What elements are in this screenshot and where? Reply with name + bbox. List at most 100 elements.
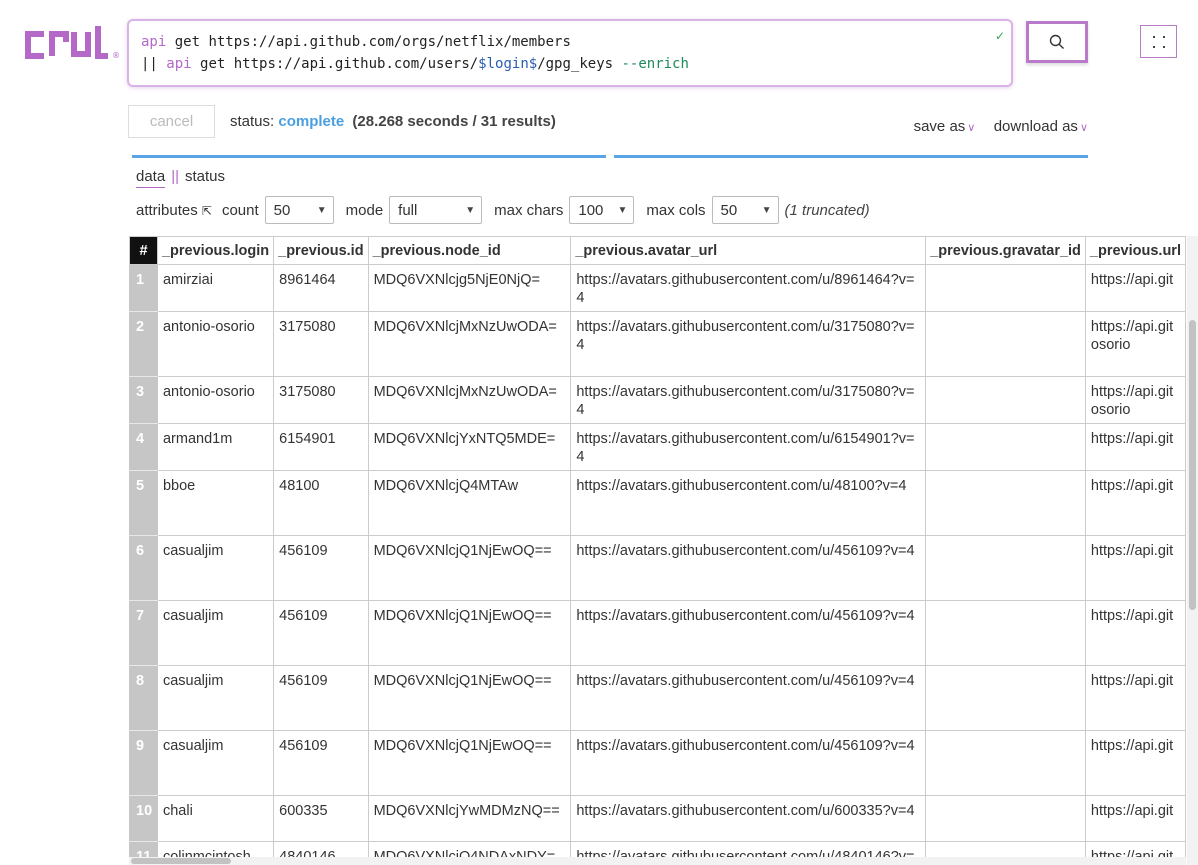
table-cell[interactable]: https://api.git <box>1084 665 1186 731</box>
max-chars-select[interactable]: 100 ▼ <box>569 196 635 224</box>
count-select[interactable]: 50 ▼ <box>264 196 334 224</box>
table-cell[interactable]: https://api.git <box>1084 264 1186 312</box>
table-row[interactable]: 10 chali 600335 MDQ6VXNlcjYwMDMzNQ== https:/… <box>129 795 1186 842</box>
column-header[interactable]: _previous.login <box>156 236 275 265</box>
column-header[interactable]: _previous.gravatar_id <box>925 236 1086 265</box>
table-cell[interactable]: MDQ6VXNlcjQ4MTAw <box>367 470 572 536</box>
table-cell[interactable] <box>925 470 1086 536</box>
table-cell[interactable]: 456109 <box>273 600 369 666</box>
scrollbar-thumb[interactable] <box>1189 320 1196 610</box>
table-cell[interactable]: 456109 <box>273 730 369 796</box>
table-cell[interactable]: https://api.git <box>1084 795 1186 842</box>
table-cell[interactable]: 3175080 <box>273 311 369 377</box>
tab-status[interactable]: status <box>185 168 225 185</box>
column-header[interactable]: _previous.id <box>273 236 369 265</box>
table-cell[interactable] <box>925 311 1086 377</box>
table-cell[interactable]: https://api.git <box>1084 470 1186 536</box>
table-cell[interactable] <box>925 795 1086 842</box>
table-cell[interactable]: https://avatars.githubusercontent.com/u/… <box>570 600 927 666</box>
column-header[interactable]: _previous.url <box>1084 236 1186 265</box>
table-cell[interactable]: https://api.git <box>1084 423 1186 471</box>
table-cell[interactable]: 48100 <box>273 470 369 536</box>
download-as-button[interactable]: download as ∨ <box>994 118 1088 135</box>
table-cell[interactable]: antonio-osorio <box>156 311 275 377</box>
table-cell[interactable]: casualjim <box>156 600 275 666</box>
save-as-button[interactable]: save as ∨ <box>914 118 976 135</box>
tab-data[interactable]: data <box>136 168 166 188</box>
cancel-button[interactable]: cancel <box>128 105 215 138</box>
horizontal-scrollbar[interactable] <box>129 857 1186 865</box>
table-row[interactable]: 7 casualjim 456109 MDQ6VXNlcjQ1NjEwOQ== http… <box>129 600 1186 666</box>
table-cell[interactable]: https://avatars.githubusercontent.com/u/… <box>570 535 927 601</box>
table-cell[interactable]: https://api.git osorio <box>1084 376 1186 424</box>
column-header[interactable]: _previous.avatar_url <box>570 236 927 265</box>
row-number: 8 <box>129 665 158 731</box>
table-cell[interactable]: https://api.git <box>1084 730 1186 796</box>
table-cell[interactable] <box>925 535 1086 601</box>
table-cell[interactable]: MDQ6VXNlcjQ1NjEwOQ== <box>367 730 572 796</box>
table-cell[interactable]: MDQ6VXNlcjYwMDMzNQ== <box>367 795 572 842</box>
table-row[interactable]: 3 antonio-osorio 3175080 MDQ6VXNlcjMxNzUwOD… <box>129 376 1186 424</box>
attributes-toggle[interactable]: attributes ⇱ <box>136 202 212 219</box>
table-cell[interactable] <box>925 730 1086 796</box>
table-cell[interactable] <box>925 376 1086 424</box>
table-cell[interactable]: https://api.git osorio <box>1084 311 1186 377</box>
table-cell[interactable]: MDQ6VXNlcjYxNTQ5MDE= <box>367 423 572 471</box>
table-cell[interactable]: casualjim <box>156 665 275 731</box>
column-header[interactable]: _previous.node_id <box>367 236 572 265</box>
table-cell[interactable]: casualjim <box>156 730 275 796</box>
table-cell[interactable]: MDQ6VXNlcjQ1NjEwOQ== <box>367 665 572 731</box>
table-cell[interactable]: https://api.git <box>1084 535 1186 601</box>
table-cell[interactable] <box>925 665 1086 731</box>
search-button[interactable] <box>1026 21 1088 63</box>
table-cell[interactable]: casualjim <box>156 535 275 601</box>
table-cell[interactable]: https://api.git <box>1084 600 1186 666</box>
table-row[interactable]: 1 amirziai 8961464 MDQ6VXNlcjg5NjE0NjQ= http… <box>129 264 1186 312</box>
table-row[interactable]: 5 bboe 48100 MDQ6VXNlcjQ4MTAw https://avatar… <box>129 470 1186 536</box>
table-row[interactable]: 6 casualjim 456109 MDQ6VXNlcjQ1NjEwOQ== http… <box>129 535 1186 601</box>
table-cell[interactable]: MDQ6VXNlcjQ1NjEwOQ== <box>367 600 572 666</box>
row-number: 7 <box>129 600 158 666</box>
table-cell[interactable] <box>925 423 1086 471</box>
mode-select[interactable]: full ▼ <box>389 196 483 224</box>
svg-text:®: ® <box>112 51 120 60</box>
results-table-container[interactable]: # _previous.login _previous.id _previous… <box>129 236 1186 865</box>
table-cell[interactable]: https://avatars.githubusercontent.com/u/… <box>570 795 927 842</box>
table-cell[interactable]: https://avatars.githubusercontent.com/u/… <box>570 423 927 471</box>
table-cell[interactable]: amirziai <box>156 264 275 312</box>
table-cell[interactable]: 456109 <box>273 535 369 601</box>
table-cell[interactable]: https://avatars.githubusercontent.com/u/… <box>570 264 927 312</box>
table-cell[interactable]: https://avatars.githubusercontent.com/u/… <box>570 470 927 536</box>
table-controls: attributes ⇱ count 50 ▼ mode full ▼ max ch… <box>136 195 870 225</box>
table-row[interactable]: 8 casualjim 456109 MDQ6VXNlcjQ1NjEwOQ== http… <box>129 665 1186 731</box>
table-cell[interactable]: MDQ6VXNlcjMxNzUwODA= <box>367 311 572 377</box>
table-cell[interactable]: https://avatars.githubusercontent.com/u/… <box>570 665 927 731</box>
table-cell[interactable]: 456109 <box>273 665 369 731</box>
table-row[interactable]: 2 antonio-osorio 3175080 MDQ6VXNlcjMxNzUwOD… <box>129 311 1186 377</box>
table-cell[interactable]: https://avatars.githubusercontent.com/u/… <box>570 730 927 796</box>
table-cell[interactable] <box>925 600 1086 666</box>
column-header[interactable]: # <box>129 236 158 265</box>
table-cell[interactable]: antonio-osorio <box>156 376 275 424</box>
table-cell[interactable]: MDQ6VXNlcjQ1NjEwOQ== <box>367 535 572 601</box>
table-row[interactable]: 4 armand1m 6154901 MDQ6VXNlcjYxNTQ5MDE= http… <box>129 423 1186 471</box>
scrollbar-thumb[interactable] <box>131 858 231 864</box>
table-row[interactable]: 9 casualjim 456109 MDQ6VXNlcjQ1NjEwOQ== http… <box>129 730 1186 796</box>
menu-button[interactable] <box>1140 25 1177 58</box>
table-cell[interactable]: MDQ6VXNlcjg5NjE0NjQ= <box>367 264 572 312</box>
table-cell[interactable]: chali <box>156 795 275 842</box>
table-cell[interactable]: 3175080 <box>273 376 369 424</box>
table-cell[interactable]: 600335 <box>273 795 369 842</box>
table-cell[interactable] <box>925 264 1086 312</box>
table-cell[interactable]: 6154901 <box>273 423 369 471</box>
table-cell[interactable]: 8961464 <box>273 264 369 312</box>
table-cell[interactable]: bboe <box>156 470 275 536</box>
vertical-scrollbar[interactable] <box>1187 236 1198 865</box>
table-cell[interactable]: MDQ6VXNlcjMxNzUwODA= <box>367 376 572 424</box>
table-cell[interactable]: https://avatars.githubusercontent.com/u/… <box>570 376 927 424</box>
query-editor[interactable]: api get https://api.github.com/orgs/netf… <box>127 19 1013 87</box>
result-tabs: data || status <box>136 168 225 188</box>
max-cols-select[interactable]: 50 ▼ <box>711 196 779 224</box>
table-cell[interactable]: https://avatars.githubusercontent.com/u/… <box>570 311 927 377</box>
table-cell[interactable]: armand1m <box>156 423 275 471</box>
